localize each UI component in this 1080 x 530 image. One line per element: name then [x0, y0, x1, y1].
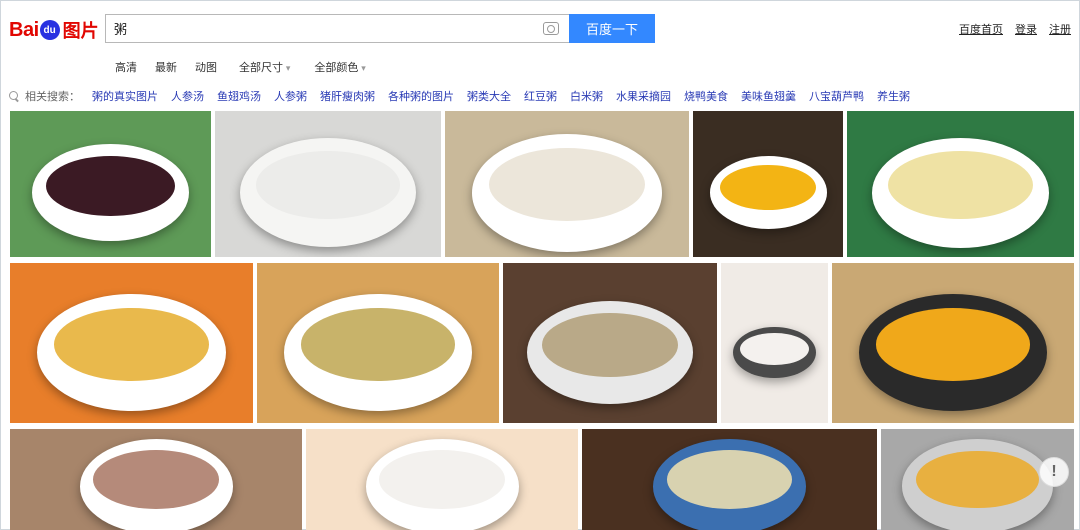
bowl-shape: [902, 439, 1053, 530]
related-term[interactable]: 人参汤: [171, 88, 204, 104]
related-term[interactable]: 粥的真实图片: [92, 88, 158, 104]
porridge-surface: [488, 147, 645, 222]
search-icon: [9, 90, 20, 102]
porridge-surface: [666, 450, 793, 509]
filter-bar: 高清 最新 动图 全部尺寸 全部颜色: [115, 59, 384, 75]
porridge-surface: [93, 450, 219, 509]
logo-pic-text: 图片: [62, 21, 99, 42]
bowl-shape: [526, 300, 694, 405]
porridge-surface: [300, 308, 456, 381]
home-link[interactable]: 百度首页: [959, 21, 1003, 37]
image-result-yellow-millet-porridge[interactable]: [847, 111, 1074, 257]
filter-size-dropdown[interactable]: 全部尺寸: [239, 59, 290, 75]
image-result-date-milk-porridge[interactable]: [721, 263, 828, 423]
bowl-shape: [79, 438, 233, 530]
filter-color-dropdown[interactable]: 全部颜色: [314, 59, 365, 75]
filter-latest[interactable]: 最新: [155, 59, 177, 75]
related-term[interactable]: 人参粥: [274, 88, 307, 104]
related-searches: 相关搜索： 粥的真实图片 人参汤 鱼翅鸡汤 人参粥 猪肝瘦肉粥 各种粥的图片 粥…: [9, 88, 923, 104]
bowl-shape: [32, 144, 189, 242]
porridge-surface: [720, 165, 816, 211]
related-term[interactable]: 粥类大全: [467, 88, 511, 104]
bowl-shape: [709, 156, 827, 230]
bowl-shape: [365, 438, 519, 530]
porridge-surface: [875, 308, 1031, 381]
baidu-images-logo[interactable]: Bai du 图片: [9, 15, 99, 45]
image-result-black-rice-porridge[interactable]: [10, 111, 211, 257]
bowl-shape: [36, 293, 227, 412]
camera-icon[interactable]: [543, 22, 559, 35]
related-term[interactable]: 红豆粥: [524, 88, 557, 104]
image-result-corn-porridge[interactable]: [10, 263, 253, 423]
bowl-shape: [239, 138, 417, 248]
login-link[interactable]: 登录: [1015, 21, 1037, 37]
filter-hd[interactable]: 高清: [115, 59, 137, 75]
bowl-shape: [732, 326, 817, 379]
image-result-grain-porridge[interactable]: [503, 263, 717, 423]
porridge-surface: [915, 450, 1040, 509]
image-result-fruit-porridge[interactable]: [306, 429, 578, 530]
image-result-mung-bean-porridge[interactable]: [582, 429, 877, 530]
related-term[interactable]: 鱼翅鸡汤: [217, 88, 261, 104]
logo-du-paw: du: [39, 20, 60, 40]
bowl-shape: [858, 294, 1048, 412]
related-term[interactable]: 美味鱼翅羹: [741, 88, 796, 104]
bowl-shape: [871, 137, 1050, 248]
porridge-surface: [379, 450, 505, 509]
related-term[interactable]: 养生粥: [877, 88, 910, 104]
related-term[interactable]: 各种粥的图片: [388, 88, 454, 104]
image-result-pumpkin-millet-porridge[interactable]: [832, 263, 1074, 423]
related-label: 相关搜索：: [25, 90, 80, 103]
top-links: 百度首页 登录 注册: [959, 21, 1071, 37]
bowl-shape: [471, 133, 663, 252]
image-result-seafood-congee[interactable]: [257, 263, 499, 423]
register-link[interactable]: 注册: [1049, 21, 1071, 37]
related-term[interactable]: 水果采摘园: [616, 88, 671, 104]
related-term[interactable]: 白米粥: [570, 88, 603, 104]
search-box: [105, 14, 569, 43]
search-button[interactable]: 百度一下: [569, 14, 655, 43]
image-result-millet-date-porridge[interactable]: [693, 111, 843, 257]
related-term[interactable]: 八宝葫芦鸭: [809, 88, 864, 104]
porridge-surface: [740, 332, 809, 365]
search-input[interactable]: [106, 15, 526, 42]
filter-animated[interactable]: 动图: [195, 59, 217, 75]
related-term[interactable]: 烧鸭美食: [684, 88, 728, 104]
porridge-surface: [53, 307, 210, 381]
logo-bai-text: Bai: [9, 18, 39, 41]
porridge-surface: [46, 155, 175, 217]
related-term[interactable]: 猪肝瘦肉粥: [320, 88, 375, 104]
image-result-mushroom-rice-porridge[interactable]: [445, 111, 689, 257]
bowl-shape: [283, 294, 473, 412]
bowl-shape: [653, 438, 806, 530]
image-result-white-rice-porridge[interactable]: [215, 111, 441, 257]
image-result-mixed-bean-porridge[interactable]: [10, 429, 302, 530]
porridge-surface: [887, 151, 1034, 220]
porridge-surface: [255, 151, 401, 219]
help-button[interactable]: !: [1039, 457, 1069, 487]
porridge-surface: [541, 313, 679, 378]
